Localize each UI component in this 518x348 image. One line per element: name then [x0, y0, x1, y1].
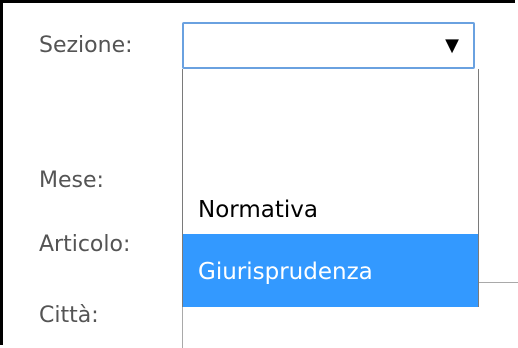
- label-mese: Mese:: [39, 168, 104, 193]
- sezione-select[interactable]: ▼: [182, 22, 475, 69]
- dropdown-option-empty[interactable]: [183, 69, 478, 139]
- dropdown-option-normativa[interactable]: Normativa: [183, 186, 478, 234]
- label-citta: Città:: [39, 303, 99, 328]
- label-articolo: Articolo:: [39, 232, 131, 257]
- triangle-down-icon[interactable]: ▼: [445, 37, 459, 55]
- dropdown-option-giurisprudenza[interactable]: Giurisprudenza: [183, 234, 478, 307]
- label-sezione: Sezione:: [39, 33, 133, 58]
- citta-field-edge: [182, 307, 183, 348]
- sezione-dropdown-list: Normativa Giurisprudenza: [182, 69, 479, 307]
